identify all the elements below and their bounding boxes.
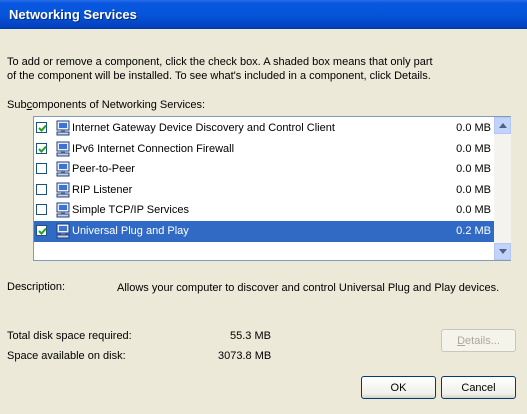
list-item-name: Simple TCP/IP Services <box>72 204 189 216</box>
description-text: Allows your computer to discover and con… <box>117 282 500 294</box>
computer-network-icon <box>55 223 71 239</box>
list-item-size: 0.0 MB <box>456 204 491 216</box>
list-item[interactable]: Peer-to-Peer 0.0 MB <box>34 159 494 180</box>
window-title: Networking Services <box>9 7 137 22</box>
vertical-scrollbar[interactable] <box>494 117 511 260</box>
checkbox-unchecked[interactable] <box>36 183 47 195</box>
ok-button[interactable]: OK <box>361 376 436 399</box>
list-item-name: Peer-to-Peer <box>72 163 135 175</box>
list-item-name: Universal Plug and Play <box>72 224 189 237</box>
cancel-button[interactable]: Cancel <box>441 376 516 399</box>
instructions-text: To add or remove a component, click the … <box>7 55 527 83</box>
computer-network-icon <box>55 182 71 198</box>
checkbox-checked[interactable] <box>36 142 47 154</box>
space-available-label: Space available on disk: <box>7 350 126 362</box>
checkbox-unchecked[interactable] <box>36 204 47 215</box>
computer-network-icon <box>55 202 71 218</box>
computer-network-icon <box>55 161 71 177</box>
instructions-line-1: To add or remove a component, click the … <box>7 56 433 68</box>
scroll-up-button[interactable] <box>494 117 511 134</box>
checkbox-checked[interactable] <box>36 122 47 133</box>
space-available-value: 3073.8 MB <box>218 350 272 362</box>
list-item-size: 0.2 MB <box>456 224 491 237</box>
list-item-size: 0.0 MB <box>456 183 491 196</box>
list-item[interactable]: Simple TCP/IP Services 0.0 MB <box>34 200 494 221</box>
list-item-name: IPv6 Internet Connection Firewall <box>72 142 235 155</box>
list-item-size: 0.0 MB <box>456 122 491 134</box>
subcomponents-label: Subcomponents of Networking Services: <box>7 99 206 111</box>
list-item-size: 0.0 MB <box>456 142 491 155</box>
list-item[interactable]: Universal Plug and Play 0.2 MB <box>34 220 494 242</box>
instructions-line-2: of the component will be installed. To s… <box>7 70 431 82</box>
list-item-size: 0.0 MB <box>456 163 491 175</box>
list-item-name: RIP Listener <box>72 183 133 196</box>
title-bar[interactable]: Networking Services <box>0 0 527 29</box>
computer-network-icon <box>55 120 71 136</box>
list-item[interactable]: RIP Listener 0.0 MB <box>34 180 494 201</box>
subcomponents-list[interactable]: Internet Gateway Device Discovery and Co… <box>33 116 511 261</box>
list-item[interactable]: IPv6 Internet Connection Firewall 0.0 MB <box>34 139 494 160</box>
list-item[interactable]: Internet Gateway Device Discovery and Co… <box>34 118 494 139</box>
list-item-name: Internet Gateway Device Discovery and Co… <box>72 122 335 134</box>
details-button[interactable]: Details... <box>441 329 516 352</box>
checkbox-checked[interactable] <box>36 224 47 236</box>
total-disk-space-value: 55.3 MB <box>230 330 271 342</box>
total-disk-space-label: Total disk space required: <box>7 330 132 342</box>
checkbox-unchecked[interactable] <box>36 163 47 174</box>
computer-network-icon <box>55 141 71 157</box>
scroll-down-button[interactable] <box>494 243 511 260</box>
description-label: Description: <box>7 281 66 293</box>
